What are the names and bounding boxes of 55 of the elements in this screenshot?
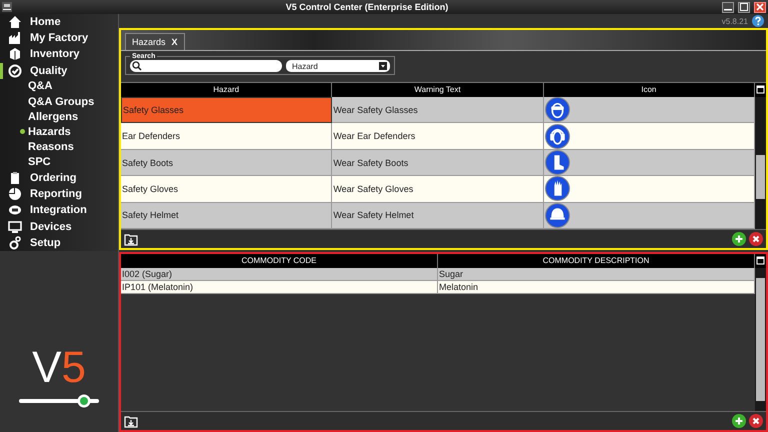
columns-icon[interactable] <box>755 254 766 268</box>
nav-subitem[interactable]: Allergens <box>0 109 118 124</box>
table-cell[interactable]: Safety Glasses <box>121 97 332 124</box>
monitor-icon <box>8 220 22 234</box>
delete-icon[interactable] <box>749 414 763 428</box>
scrollbar[interactable] <box>755 97 766 229</box>
nav-item[interactable]: Quality <box>0 62 118 79</box>
filter-dropdown[interactable]: Hazard <box>286 60 390 72</box>
tab[interactable]: Hazards X <box>125 33 185 50</box>
house-icon <box>8 15 22 30</box>
app-icon <box>2 2 12 12</box>
minimize-button[interactable] <box>722 2 734 12</box>
nav-item[interactable]: Inventory <box>0 46 118 63</box>
logo-digit: 5 <box>61 346 86 390</box>
factory-icon <box>8 31 22 46</box>
maximize-button[interactable] <box>738 2 750 12</box>
nav-item[interactable]: Reporting <box>0 186 118 202</box>
goggles-icon <box>544 97 570 122</box>
search-field[interactable] <box>130 60 282 72</box>
nav-item[interactable]: Integration <box>0 202 118 218</box>
window-title: V5 Control Center (Enterprise Edition) <box>284 2 450 12</box>
search-icon <box>132 61 142 71</box>
nav-item[interactable]: Ordering <box>0 170 118 186</box>
nav-item[interactable]: Devices <box>0 218 118 235</box>
version-label: v5.8.21 <box>722 16 748 26</box>
nav-item[interactable]: Setup <box>0 234 118 251</box>
tab-close[interactable]: X <box>172 37 178 47</box>
close-icon <box>756 3 764 11</box>
nav-subitem[interactable]: Hazards <box>0 124 118 140</box>
maximize-icon <box>740 3 748 11</box>
nav-item[interactable]: My Factory <box>0 30 118 46</box>
nav-subitem[interactable]: Q&A <box>0 78 118 94</box>
close-button[interactable] <box>754 2 766 12</box>
pie-chart-icon <box>8 187 22 202</box>
clipboard-icon <box>8 170 22 185</box>
columns-icon[interactable] <box>755 83 766 97</box>
download-icon[interactable] <box>124 232 138 246</box>
download-icon[interactable] <box>124 414 138 428</box>
helmet-icon <box>544 202 570 228</box>
check-circle-icon <box>8 64 22 78</box>
caret-icon <box>379 62 387 70</box>
add-icon[interactable] <box>732 414 746 428</box>
nav-subitem[interactable]: Q&A Groups <box>0 94 118 110</box>
boot-icon <box>544 150 570 176</box>
box-icon <box>8 47 22 62</box>
glove-icon <box>544 176 570 202</box>
nav-item[interactable]: Home <box>0 14 118 30</box>
nav-subitem[interactable]: SPC <box>0 154 118 170</box>
delete-icon[interactable] <box>749 232 763 246</box>
help-icon[interactable] <box>752 15 764 27</box>
nav-subitem[interactable]: Reasons <box>0 140 118 155</box>
add-icon[interactable] <box>732 232 746 246</box>
ear-muffs-icon <box>544 124 570 149</box>
scrollbar[interactable] <box>755 268 766 411</box>
logo-letter: V <box>32 346 62 390</box>
